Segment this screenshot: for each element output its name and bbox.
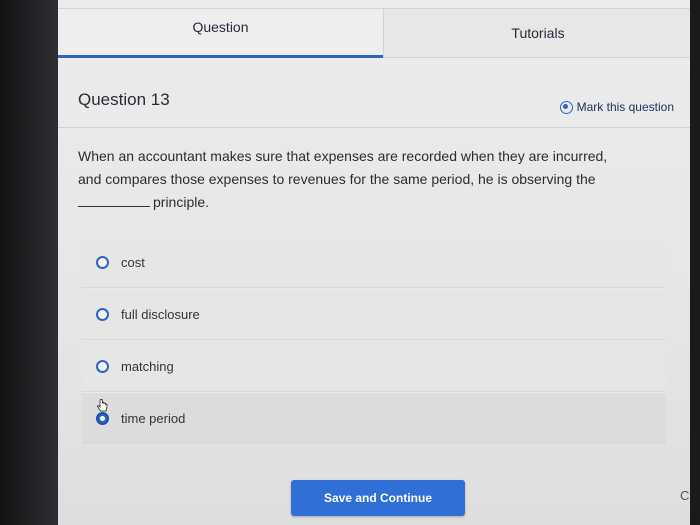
option-full-disclosure[interactable]: full disclosure <box>82 288 666 340</box>
radio-button[interactable] <box>96 359 109 373</box>
tab-tutorials[interactable]: Tutorials <box>383 8 692 58</box>
tab-bar: Question Tutorials <box>58 8 692 58</box>
answer-blank <box>78 195 150 207</box>
question-prompt: When an accountant makes sure that expen… <box>78 145 678 214</box>
mark-question-label: Mark this question <box>576 100 674 114</box>
save-and-continue-button[interactable]: Save and Continue <box>291 480 465 516</box>
header-divider <box>58 127 692 128</box>
option-label: cost <box>121 254 145 270</box>
quiz-screen: Question Tutorials Question 13 Mark this… <box>58 0 692 525</box>
option-label: matching <box>121 358 174 374</box>
radio-button[interactable] <box>96 255 109 269</box>
answer-options: cost full disclosure matching time perio… <box>82 236 666 444</box>
prompt-line-1: When an accountant makes sure that expen… <box>78 148 608 164</box>
option-cost[interactable]: cost <box>82 236 666 288</box>
prompt-line-3-text: principle. <box>153 194 210 210</box>
tab-tutorials-label: Tutorials <box>511 25 565 41</box>
monitor-bezel-right <box>690 0 700 525</box>
hand-cursor-icon <box>97 399 108 412</box>
option-label: time period <box>121 410 186 426</box>
continue-button-partial[interactable]: C <box>680 488 689 503</box>
option-matching[interactable]: matching <box>82 340 666 392</box>
radio-button-selected[interactable] <box>96 411 109 425</box>
question-title: Question 13 <box>78 90 170 109</box>
mark-question-button[interactable]: Mark this question <box>559 100 674 114</box>
radio-button[interactable] <box>96 307 109 321</box>
tab-question[interactable]: Question <box>58 8 383 58</box>
monitor-bezel-left <box>0 0 58 525</box>
radio-target-icon <box>559 100 573 114</box>
option-time-period[interactable]: time period <box>82 392 666 444</box>
option-label: full disclosure <box>121 306 200 322</box>
tab-question-label: Question <box>192 19 249 35</box>
prompt-line-3: principle. <box>78 191 678 214</box>
prompt-line-2: and compares those expenses to revenues … <box>78 171 596 187</box>
